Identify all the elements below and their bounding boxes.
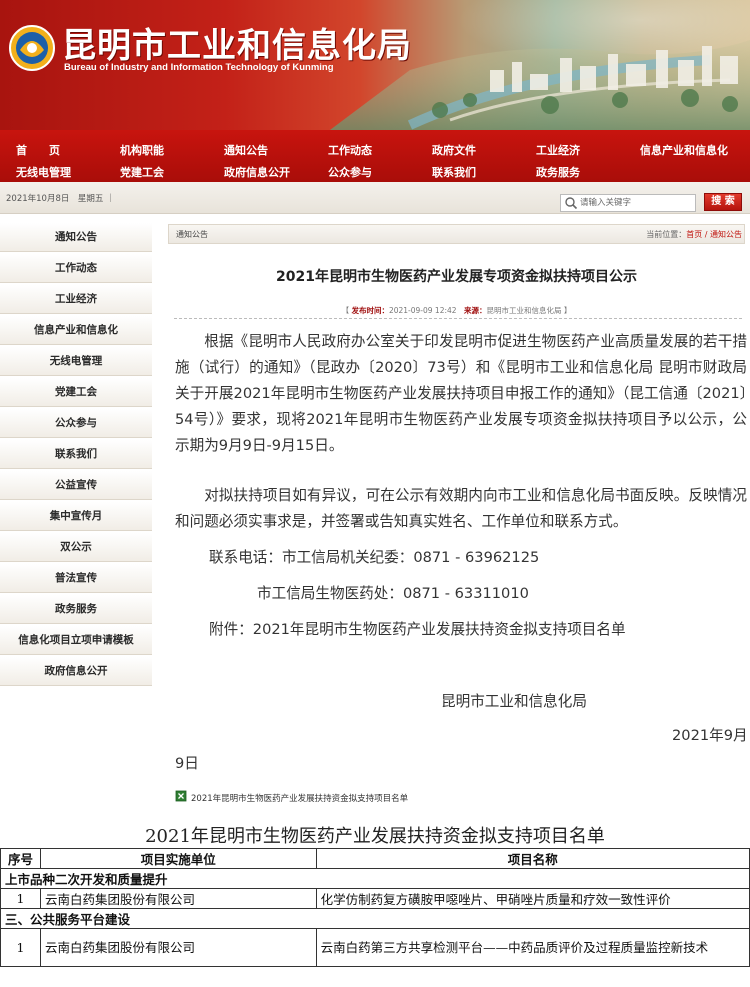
article-meta: 【 发布时间：2021-09-09 12:42 来源：昆明市工业和信息化局 】 [168, 305, 745, 316]
table-header-row: 序号 项目实施单位 项目名称 [0, 848, 750, 869]
nav-work-news[interactable]: 工作动态 [328, 142, 372, 158]
nav-org-functions[interactable]: 机构职能 [120, 142, 164, 158]
article-paragraph-1: 根据《昆明市人民政府办公室关于印发昆明市促进生物医药产业高质量发展的若干措施（试… [175, 333, 747, 454]
nav-gov-info-disclosure[interactable]: 政府信息公开 [224, 164, 290, 180]
article-paragraph-2: 对拟扶持项目如有异议，可在公示有效期内向市工业和信息化局书面反映。反映情况和问题… [175, 487, 747, 530]
sidebar-item-legal-publicity[interactable]: 普法宣传 [0, 564, 152, 593]
breadcrumb-separator: / [702, 230, 710, 239]
project-list-title: 2021年昆明市生物医药产业发展扶持资金拟支持项目名单 [145, 826, 605, 847]
breadcrumb: 当前位置：首页 / 通知公告 [646, 229, 742, 240]
project-list-table: 序号 项目实施单位 项目名称 上市品种二次开发和质量提升 1 云南白药集团股份有… [0, 848, 750, 967]
header-unit: 项目实施单位 [39, 848, 317, 869]
row-project: 云南白药第三方共享检测平台——中药品质评价及过程质量监控新技术 [315, 928, 750, 967]
meta-close: 】 [561, 306, 572, 315]
section-label: 通知公告 [176, 230, 208, 239]
sidebar-item-public-welfare[interactable]: 公益宣传 [0, 471, 152, 500]
table-section-row: 三、公共服务平台建设 [0, 908, 750, 929]
nav-home[interactable]: 首 页 [16, 142, 60, 158]
row-unit: 云南白药集团股份有限公司 [39, 888, 317, 909]
search-icon [565, 197, 578, 210]
section-title-1: 上市品种二次开发和质量提升 [0, 868, 750, 889]
excel-file-icon [175, 790, 187, 802]
attachment-download-link[interactable]: 2021年昆明市生物医药产业发展扶持资金拟支持项目名单 [191, 792, 408, 804]
nav-contact-us[interactable]: 联系我们 [432, 164, 476, 180]
row-project: 化学仿制药复方磺胺甲噁唑片、甲硝唑片质量和疗效一致性评价 [315, 888, 750, 909]
nav-it-informatization[interactable]: 信息产业和信息化 [640, 142, 728, 158]
meta-source-label: 来源： [464, 306, 487, 315]
sidebar-item-double-disclosure[interactable]: 双公示 [0, 533, 152, 562]
table-row: 1 云南白药集团股份有限公司 化学仿制药复方磺胺甲噁唑片、甲硝唑片质量和疗效一致… [0, 888, 750, 909]
sidebar-item-public-participation[interactable]: 公众参与 [0, 409, 152, 438]
row-seq: 1 [0, 928, 41, 967]
main-nav: 首 页 机构职能 通知公告 工作动态 政府文件 工业经济 信息产业和信息化 无线… [0, 130, 750, 182]
sidebar-item-publicity-month[interactable]: 集中宣传月 [0, 502, 152, 531]
sidebar-item-it-informatization[interactable]: 信息产业和信息化 [0, 316, 152, 345]
sidebar-item-gov-info-disclosure[interactable]: 政府信息公开 [0, 657, 152, 686]
breadcrumb-home-link[interactable]: 首页 [686, 230, 702, 239]
meta-time: 2021-09-09 12:42 [388, 306, 457, 315]
site-title: 昆明市工业和信息化局 [62, 26, 412, 66]
header-seq: 序号 [0, 848, 41, 869]
nav-gov-documents[interactable]: 政府文件 [432, 142, 476, 158]
table-section-row: 上市品种二次开发和质量提升 [0, 868, 750, 889]
signature-date-part1: 2021年9月 [672, 727, 748, 744]
sidebar-item-project-template[interactable]: 信息化项目立项申请模板 [0, 626, 152, 655]
sidebar-item-party-union[interactable]: 党建工会 [0, 378, 152, 407]
section-title-2: 三、公共服务平台建设 [0, 908, 750, 929]
nav-industrial-economy[interactable]: 工业经济 [536, 142, 580, 158]
search-input[interactable] [580, 196, 692, 210]
nav-gov-services[interactable]: 政务服务 [536, 164, 580, 180]
meta-time-label: 发布时间： [351, 306, 389, 315]
signature-date-part2: 9日 [175, 755, 199, 772]
nav-notices[interactable]: 通知公告 [224, 142, 268, 158]
breadcrumb-location-label: 当前位置： [646, 230, 687, 239]
sidebar-item-notices[interactable]: 通知公告 [0, 223, 152, 252]
signature-org: 昆明市工业和信息化局 [441, 693, 587, 710]
contact-line-2: 市工信局生物医药处：0871 - 63311010 [257, 585, 529, 602]
meta-divider [174, 318, 742, 319]
table-row: 1 云南白药集团股份有限公司 云南白药第三方共享检测平台——中药品质评价及过程质… [0, 928, 750, 967]
sidebar-item-contact-us[interactable]: 联系我们 [0, 440, 152, 469]
header-project: 项目名称 [315, 848, 750, 869]
contact-line-1: 联系电话：市工信局机关纪委：0871 - 63962125 [209, 549, 540, 566]
sidebar-item-work-news[interactable]: 工作动态 [0, 254, 152, 283]
sidebar-item-gov-services[interactable]: 政务服务 [0, 595, 152, 624]
search-button[interactable]: 搜 索 [704, 193, 742, 211]
meta-source: 昆明市工业和信息化局 [486, 306, 562, 315]
site-subtitle: Bureau of Industry and Information Techn… [64, 62, 334, 73]
row-seq: 1 [0, 888, 41, 909]
current-date: 2021年10月8日 星期五 ｜ [6, 194, 115, 204]
sidebar-item-radio-management[interactable]: 无线电管理 [0, 347, 152, 376]
article-title: 2021年昆明市生物医药产业发展专项资金拟扶持项目公示 [276, 269, 637, 285]
meta-open: 【 [341, 306, 352, 315]
header-banner: 昆明市工业和信息化局 Bureau of Industry and Inform… [0, 0, 750, 130]
breadcrumb-current[interactable]: 通知公告 [710, 230, 742, 239]
nav-party-union[interactable]: 党建工会 [120, 164, 164, 180]
bureau-logo-icon [9, 25, 55, 71]
sidebar-item-industrial-economy[interactable]: 工业经济 [0, 285, 152, 314]
attachment-line: 附件：2021年昆明市生物医药产业发展扶持资金拟支持项目名单 [209, 621, 626, 638]
nav-radio-management[interactable]: 无线电管理 [16, 164, 71, 180]
row-unit: 云南白药集团股份有限公司 [39, 928, 317, 967]
nav-public-participation[interactable]: 公众参与 [328, 164, 372, 180]
